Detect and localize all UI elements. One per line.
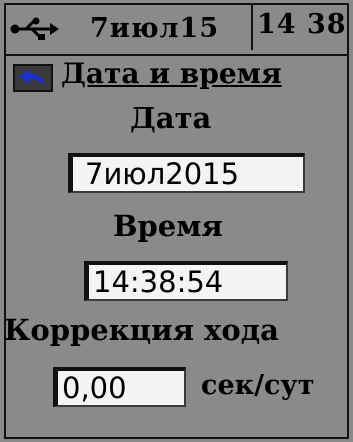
status-time: 14 38 [257,9,347,40]
time-label: Время [113,209,223,243]
status-divider [251,4,253,50]
back-arrow-icon [20,69,45,87]
correction-label: Коррекция хода [4,313,279,347]
time-field[interactable]: 14:38:54 [84,261,288,301]
usb-icon [10,17,60,41]
status-date: 7июл15 [90,13,220,44]
date-field[interactable]: 7июл2015 [68,153,305,193]
back-button[interactable] [13,64,53,92]
correction-field[interactable]: 0,00 [53,367,186,407]
correction-units: сек/сут [201,370,315,401]
screen-title: Дата и время [61,57,282,90]
date-label: Дата [130,101,212,135]
